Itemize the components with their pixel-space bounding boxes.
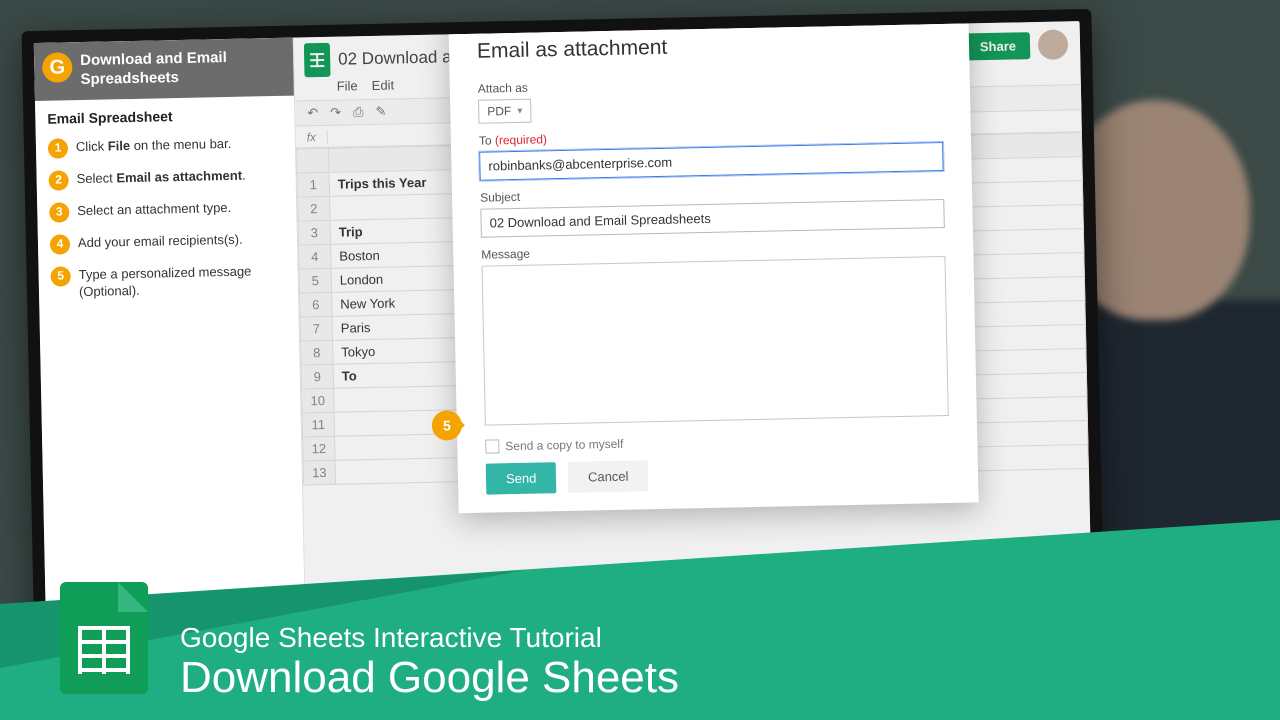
step-number: 5 <box>50 266 70 286</box>
menu-edit[interactable]: Edit <box>372 77 395 92</box>
step-text: Select Email as attachment. <box>76 166 245 187</box>
row-header[interactable]: 5 <box>299 268 331 293</box>
tutorial-step[interactable]: 1 Click File on the menu bar. <box>48 127 284 164</box>
row-header[interactable]: 4 <box>299 244 331 269</box>
to-input[interactable] <box>479 142 944 181</box>
share-button[interactable]: Share <box>966 32 1031 60</box>
row-header[interactable]: 1 <box>297 172 329 197</box>
row-header[interactable]: 7 <box>300 316 332 341</box>
email-attachment-dialog: Email as attachment Attach as PDF To (re… <box>448 21 978 513</box>
row-header[interactable]: 2 <box>298 196 330 221</box>
row-header[interactable]: 13 <box>303 460 335 485</box>
tutorial-step[interactable]: 4 Add your email recipients(s). <box>50 223 286 260</box>
tutorial-title: Download and Email Spreadsheets <box>80 49 227 88</box>
account-avatar[interactable] <box>1038 29 1069 60</box>
step-number: 3 <box>49 202 69 222</box>
brand-logo: G <box>42 52 73 83</box>
send-copy-label: Send a copy to myself <box>505 437 623 453</box>
step-number: 1 <box>48 138 68 158</box>
step-text: Click File on the menu bar. <box>76 134 232 155</box>
row-header[interactable]: 8 <box>301 340 333 365</box>
tutorial-step[interactable]: 3 Select an attachment type. <box>49 191 285 228</box>
step-text: Select an attachment type. <box>77 198 231 219</box>
row-header[interactable]: 12 <box>303 436 335 461</box>
dialog-actions: Send Cancel <box>486 454 951 495</box>
attach-as-value: PDF <box>487 104 511 118</box>
sheets-app: 02 Download and Email Spreadsheets Share… <box>294 21 1093 643</box>
fx-label: fx <box>296 129 328 144</box>
undo-icon[interactable]: ↶ <box>307 105 318 121</box>
sheets-icon[interactable] <box>304 43 331 78</box>
attach-as-select[interactable]: PDF <box>478 99 532 124</box>
step-number: 4 <box>50 234 70 254</box>
dialog-title: Email as attachment <box>477 30 941 64</box>
screen: G Download and Email Spreadsheets Email … <box>34 21 1092 649</box>
to-required-text: (required) <box>495 132 547 147</box>
tutorial-step[interactable]: 2 Select Email as attachment. <box>48 159 284 196</box>
step-text: Type a personalized message (Optional). <box>78 261 286 300</box>
step-number: 2 <box>48 170 68 190</box>
send-button[interactable]: Send <box>486 462 557 494</box>
redo-icon[interactable]: ↷ <box>330 105 341 121</box>
row-header[interactable]: 6 <box>300 292 332 317</box>
menu-file[interactable]: File <box>337 78 358 93</box>
paint-format-icon[interactable]: ✎ <box>375 104 386 120</box>
step-text: Add your email recipients(s). <box>78 230 243 251</box>
row-header[interactable]: 3 <box>298 220 330 245</box>
tutorial-sidebar: G Download and Email Spreadsheets Email … <box>34 38 307 649</box>
subject-input[interactable] <box>480 199 945 238</box>
to-label-text: To <box>479 133 492 147</box>
send-copy-checkbox[interactable]: Send a copy to myself <box>485 430 949 454</box>
corner-cell[interactable] <box>297 148 329 173</box>
row-header[interactable]: 9 <box>301 364 333 389</box>
cancel-button[interactable]: Cancel <box>568 460 649 493</box>
banner-title: Download Google Sheets <box>180 654 679 702</box>
tutorial-steps-list: 1 Click File on the menu bar. 2 Select Emai… <box>36 127 299 319</box>
tutorial-step[interactable]: 5 Type a personalized message (Optional). <box>50 255 286 307</box>
print-icon[interactable]: ⎙ <box>353 104 364 120</box>
message-textarea[interactable] <box>482 256 949 426</box>
monitor-frame: G Download and Email Spreadsheets Email … <box>22 9 1105 661</box>
attach-as-label: Attach as <box>478 72 942 96</box>
tutorial-header: G Download and Email Spreadsheets <box>34 38 294 101</box>
checkbox-icon <box>485 439 499 453</box>
row-header[interactable]: 10 <box>302 388 334 413</box>
row-header[interactable]: 11 <box>302 412 334 437</box>
